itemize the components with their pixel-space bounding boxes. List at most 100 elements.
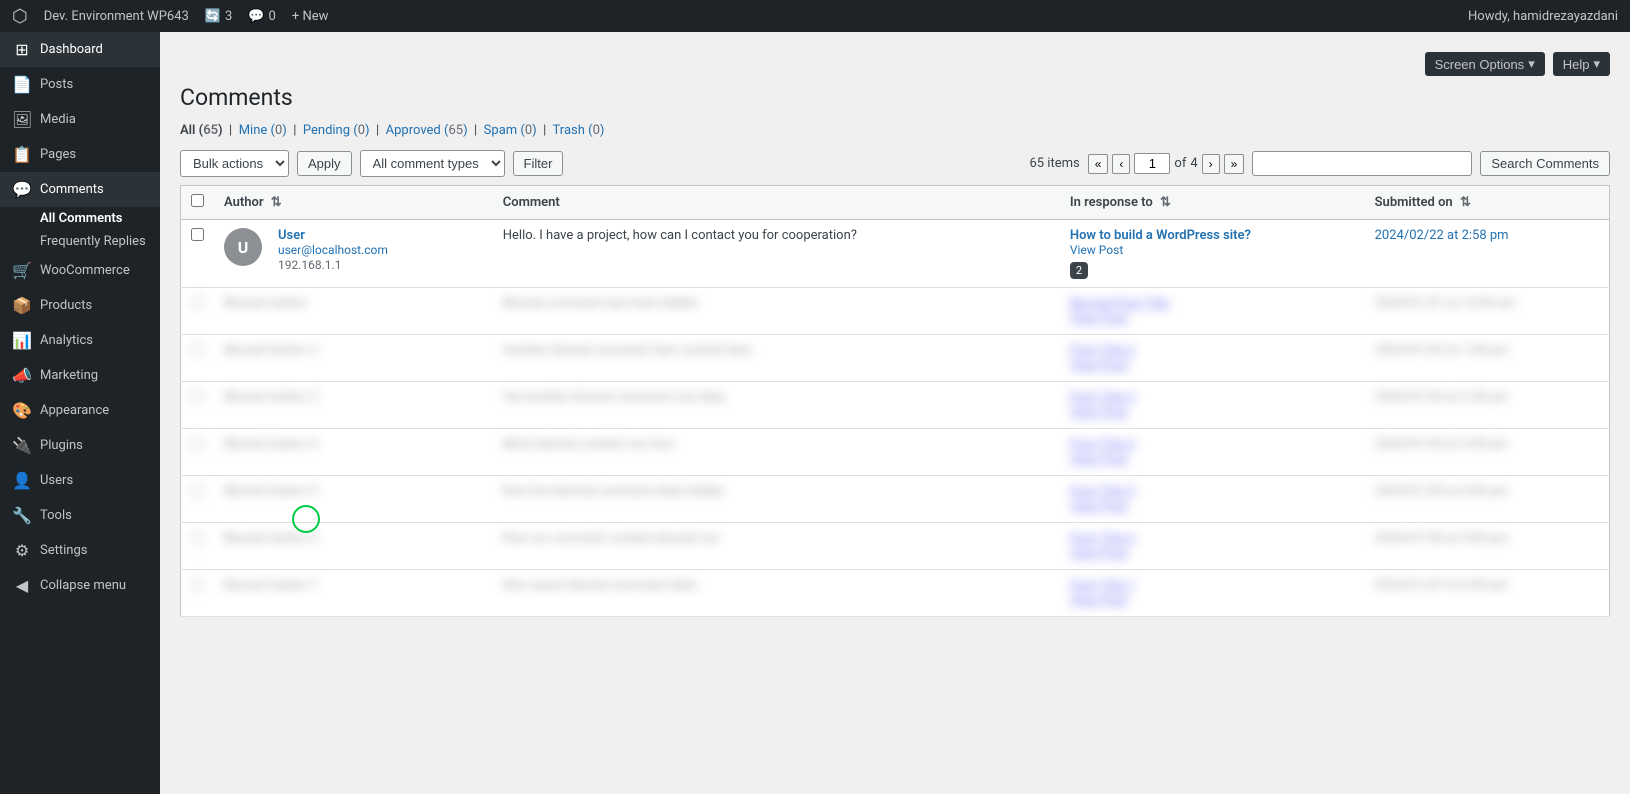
comments-nav-icon: 💬 [12,180,32,199]
sidebar-item-analytics[interactable]: 📊 Analytics [0,323,160,358]
filter-tab-spam[interactable]: Spam (0) [484,123,537,138]
sidebar-item-comments[interactable]: 💬 Comments [0,172,160,207]
row-checkbox[interactable] [191,228,204,241]
sidebar-item-collapse[interactable]: ◀ Collapse menu [0,568,160,603]
plugins-icon: 🔌 [12,436,32,455]
posts-icon: 📄 [12,75,32,94]
apply-button[interactable]: Apply [297,151,352,176]
sidebar-label-settings: Settings [40,543,87,558]
table-row: U User user@localhost.com 192.168.1.1 He… [181,220,1610,288]
screen-options-button[interactable]: Screen Options ▾ [1425,52,1545,76]
comment-types-select[interactable]: All comment types [360,150,505,177]
toolbar-right: 65 items « ‹ of 4 › » Search Comments [1029,151,1610,176]
author-name-link[interactable]: User [278,228,305,243]
submitted-column-header[interactable]: Submitted on ⇅ [1365,186,1610,220]
filter-tabs: All (65) | Mine (0) | Pending (0) | Appr… [180,123,1610,138]
wp-logo-icon[interactable]: ⬡ [12,6,28,27]
view-post-link[interactable]: View Post [1070,243,1123,257]
howdy-text[interactable]: Howdy, hamidrezayazdani [1468,9,1618,24]
toolbar-left: Bulk actions Apply All comment types Fil… [180,150,563,177]
row-checkbox[interactable] [191,531,204,544]
sidebar-sub-frequently-replies[interactable]: Frequently Replies [0,230,160,253]
sidebar-label-marketing: Marketing [40,368,98,383]
sidebar-item-dashboard[interactable]: ⊞ Dashboard [0,32,160,67]
new-item[interactable]: + New [292,9,329,24]
row-checkbox[interactable] [191,578,204,591]
pages-icon: 📋 [12,145,32,164]
filter-tab-all[interactable]: All (65) [180,123,223,138]
items-count: 65 items [1029,156,1079,171]
sidebar-item-appearance[interactable]: 🎨 Appearance [0,393,160,428]
users-icon: 👤 [12,471,32,490]
sidebar-label-appearance: Appearance [40,403,109,418]
media-icon: 🖼 [12,110,32,129]
comments-icon: 💬 [248,9,264,24]
sidebar-item-settings[interactable]: ⚙ Settings [0,533,160,568]
next-page-button[interactable]: › [1202,154,1220,174]
table-row: Blurred Author 7 Row seven blurred comme… [181,570,1610,617]
comments-table-wrapper: Author ⇅ Comment In response to ⇅ Submit… [180,185,1610,617]
sidebar-item-woocommerce[interactable]: 🛒 WooCommerce [0,253,160,288]
author-email-link[interactable]: user@localhost.com [278,243,388,257]
submitted-date-link[interactable]: 2024/02/22 at 2:58 pm [1375,228,1509,243]
updates-item[interactable]: 🔄 3 [205,9,233,24]
sidebar-item-pages[interactable]: 📋 Pages [0,137,160,172]
sidebar-label-analytics: Analytics [40,333,93,348]
table-row: Blurred Author 5 Row five blurred commen… [181,476,1610,523]
select-all-checkbox[interactable] [191,194,204,207]
prev-page-button[interactable]: ‹ [1112,154,1130,174]
sidebar-label-collapse: Collapse menu [40,578,126,593]
filter-tab-trash[interactable]: Trash (0) [553,123,605,138]
row-checkbox[interactable] [191,343,204,356]
filter-tab-mine[interactable]: Mine (0) [239,123,287,138]
in-response-post-link[interactable]: How to build a WordPress site? [1070,228,1251,243]
main-content: Screen Options ▾ Help ▾ Comments All (65… [160,32,1630,794]
comment-count-badge: 2 [1070,262,1088,279]
sidebar-item-plugins[interactable]: 🔌 Plugins [0,428,160,463]
in-response-column-header[interactable]: In response to ⇅ [1060,186,1365,220]
page-of-label: of [1174,156,1186,171]
row-checkbox[interactable] [191,484,204,497]
sidebar-item-users[interactable]: 👤 Users [0,463,160,498]
sidebar-label-media: Media [40,112,76,127]
sidebar-sub-all-comments[interactable]: All Comments [0,207,160,230]
sidebar-label-plugins: Plugins [40,438,83,453]
row-checkbox-cell [181,220,215,288]
updates-icon: 🔄 [205,9,221,24]
filter-tab-approved[interactable]: Approved (65) [386,123,468,138]
author-column-header[interactable]: Author ⇅ [214,186,493,220]
filter-button[interactable]: Filter [513,151,564,176]
comment-column-header: Comment [493,186,1060,220]
sidebar-label-woocommerce: WooCommerce [40,263,130,278]
row-checkbox[interactable] [191,296,204,309]
row-checkbox[interactable] [191,390,204,403]
dashboard-icon: ⊞ [12,40,32,59]
sidebar-label-pages: Pages [40,147,76,162]
help-chevron-icon: ▾ [1593,56,1600,72]
avatar: U [224,228,262,266]
filter-tab-pending[interactable]: Pending (0) [303,123,370,138]
sidebar-label-tools: Tools [40,508,72,523]
sidebar-item-products[interactable]: 📦 Products [0,288,160,323]
collapse-icon: ◀ [12,576,32,595]
bulk-actions-select[interactable]: Bulk actions [180,150,289,177]
total-pages: 4 [1190,156,1197,171]
search-comments-button[interactable]: Search Comments [1480,151,1610,176]
comments-item[interactable]: 💬 0 [248,9,276,24]
appearance-icon: 🎨 [12,401,32,420]
row-checkbox[interactable] [191,437,204,450]
first-page-button[interactable]: « [1088,154,1109,174]
last-page-button[interactable]: » [1224,154,1245,174]
sidebar-item-marketing[interactable]: 📣 Marketing [0,358,160,393]
sidebar-item-media[interactable]: 🖼 Media [0,102,160,137]
table-row: Blurred Author 6 Row six comment content… [181,523,1610,570]
search-input[interactable] [1252,151,1472,176]
table-row: Blurred Author Blurred comment text here… [181,288,1610,335]
page-number-input[interactable] [1134,153,1170,174]
sidebar-item-tools[interactable]: 🔧 Tools [0,498,160,533]
sidebar-item-posts[interactable]: 📄 Posts [0,67,160,102]
help-button[interactable]: Help ▾ [1553,52,1610,76]
tools-icon: 🔧 [12,506,32,525]
site-name[interactable]: Dev. Environment WP643 [44,9,189,24]
table-row: Blurred Author 3 Yet another blurred com… [181,382,1610,429]
